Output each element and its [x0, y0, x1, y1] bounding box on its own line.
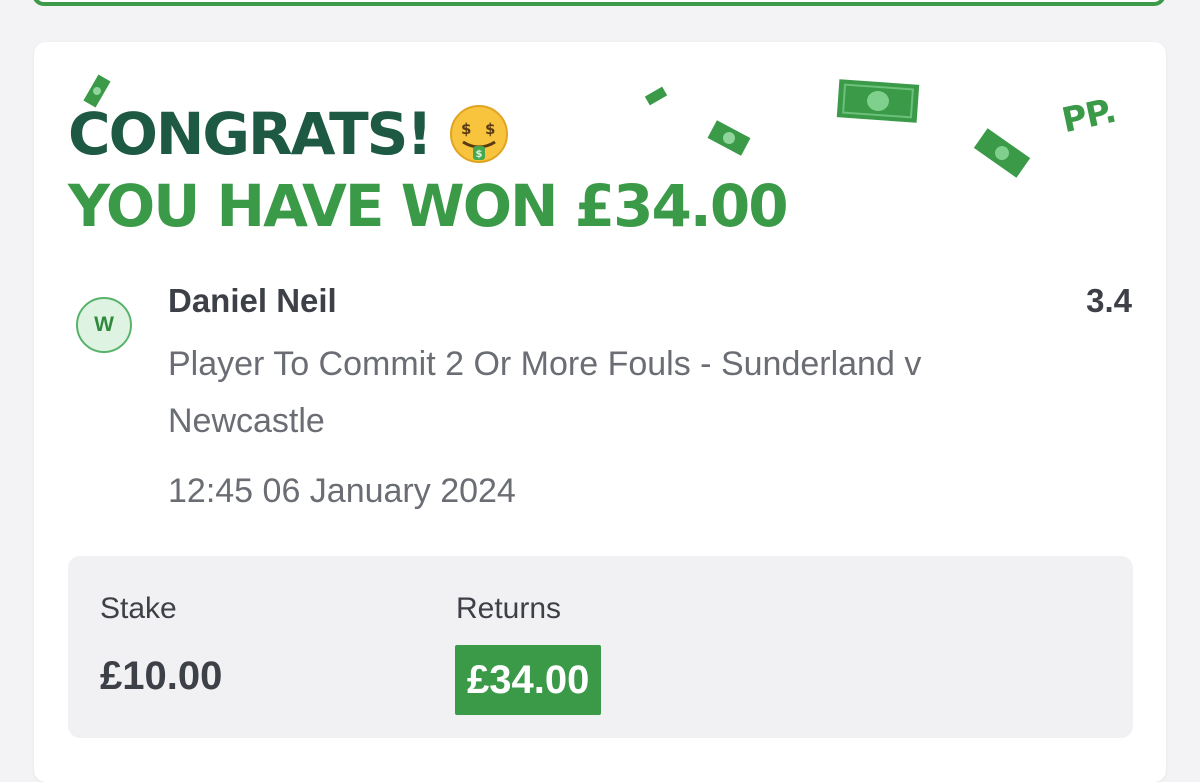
odds-value: 3.4	[1086, 282, 1132, 319]
event-datetime: 12:45 06 January 2024	[168, 472, 516, 510]
stake-value: £10.00	[100, 654, 223, 698]
market-description: Player To Commit 2 Or More Fouls - Sunde…	[168, 345, 922, 440]
returns-value: £34.00	[455, 645, 602, 715]
win-badge: W	[76, 297, 132, 353]
banknote-icon	[707, 120, 751, 156]
selection-name: Daniel Neil	[168, 282, 337, 319]
win-amount-heading: YOU HAVE WON £34.00	[68, 172, 789, 240]
previous-card-edge	[32, 0, 1166, 6]
banknote-icon	[644, 86, 668, 106]
banknote-icon	[836, 79, 920, 123]
congrats-text: CONGRATS!	[68, 100, 433, 168]
stake-label: Stake	[100, 592, 177, 625]
returns-label: Returns	[456, 592, 562, 625]
banknote-icon	[973, 128, 1031, 178]
congrats-heading: CONGRATS! $ $ $	[68, 98, 509, 170]
money-mouth-face-icon: $ $ $	[449, 105, 508, 163]
